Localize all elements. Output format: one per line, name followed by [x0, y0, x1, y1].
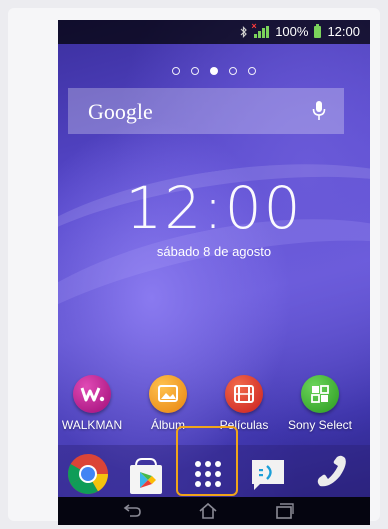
- chrome-icon[interactable]: [66, 452, 110, 496]
- page-dot: [229, 67, 237, 75]
- app-album[interactable]: Álbum: [128, 375, 208, 432]
- sony-select-icon: [301, 375, 339, 413]
- phone-screen: × 100% 12:00 Google 12:00 sábado 8 de ag…: [58, 20, 370, 525]
- clock-widget[interactable]: 12:00: [58, 178, 370, 238]
- battery-percent: 100%: [275, 24, 309, 39]
- app-label: Sony Select: [287, 418, 353, 432]
- status-bar[interactable]: × 100% 12:00: [58, 20, 370, 44]
- page-dot: [191, 67, 199, 75]
- album-icon: [149, 375, 187, 413]
- back-icon[interactable]: [120, 501, 144, 521]
- recent-apps-icon[interactable]: [272, 501, 296, 521]
- app-label: WALKMAN: [61, 418, 123, 432]
- navigation-bar: [58, 497, 370, 525]
- highlight-box: [176, 426, 238, 496]
- walkman-icon: [73, 375, 111, 413]
- battery-icon: [314, 23, 322, 38]
- page-indicator: [58, 67, 370, 75]
- phone-icon[interactable]: [308, 452, 352, 496]
- date-label: sábado 8 de agosto: [156, 244, 272, 259]
- movies-icon: [225, 375, 263, 413]
- bluetooth-icon: [240, 25, 248, 38]
- play-store-icon[interactable]: [124, 452, 168, 496]
- app-walkman[interactable]: WALKMAN: [58, 375, 132, 432]
- microphone-icon[interactable]: [312, 100, 326, 122]
- app-sony-select[interactable]: Sony Select: [280, 375, 360, 432]
- signal-icon: ×: [251, 21, 270, 38]
- home-icon[interactable]: [196, 501, 220, 521]
- google-search-label: Google: [88, 99, 153, 124]
- page-dot-active: [210, 67, 218, 75]
- messaging-icon[interactable]: [246, 452, 290, 496]
- page-dot: [248, 67, 256, 75]
- app-movies[interactable]: Películas: [204, 375, 284, 432]
- status-time: 12:00: [327, 24, 360, 39]
- page-dot: [172, 67, 180, 75]
- google-search-widget[interactable]: Google: [68, 88, 344, 134]
